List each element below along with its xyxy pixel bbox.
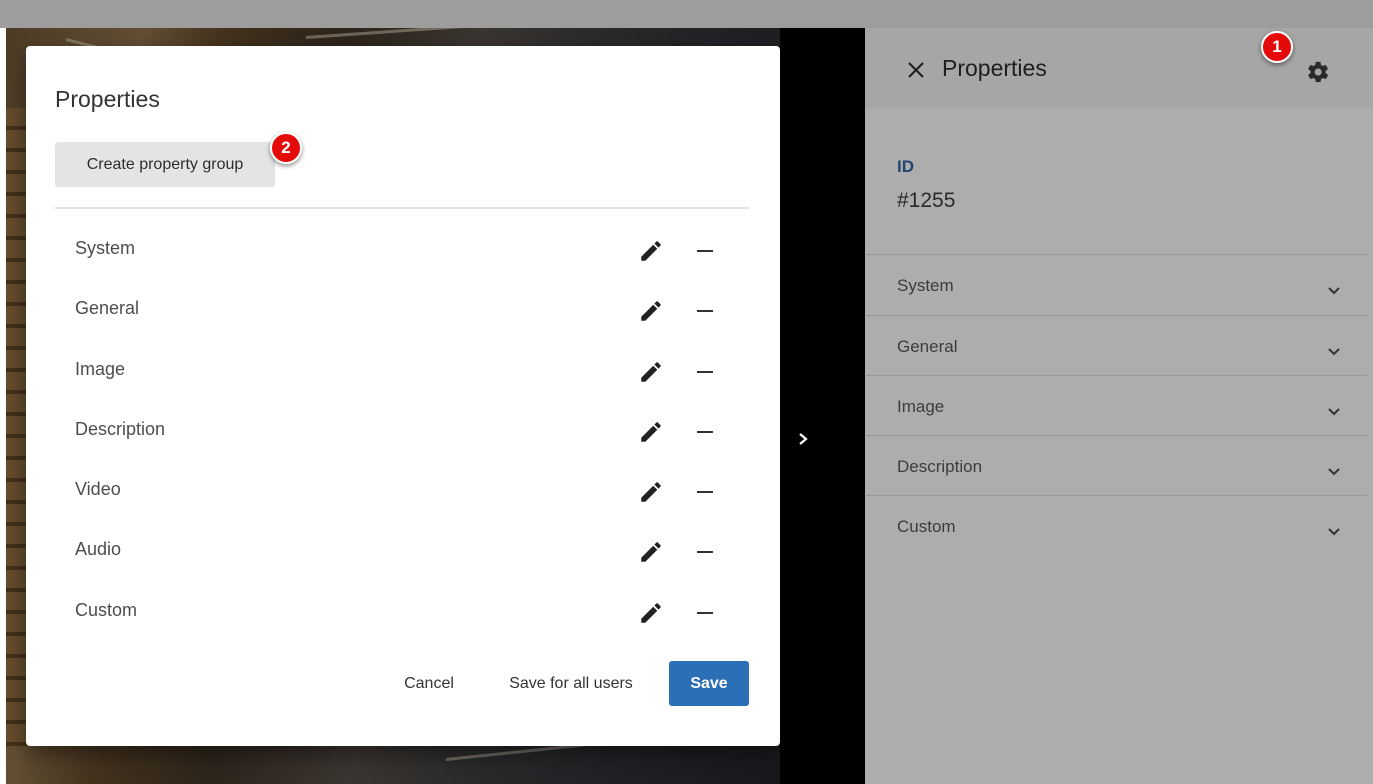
section-general[interactable]: General: [865, 315, 1367, 376]
step-marker-1: 1: [1261, 31, 1293, 63]
cancel-button[interactable]: Cancel: [389, 661, 469, 706]
viewer-edge-strip: [780, 28, 865, 784]
property-group-row: Audio: [55, 521, 749, 581]
pencil-icon[interactable]: [638, 600, 664, 626]
dialog-divider: [55, 207, 749, 209]
section-label: Image: [897, 397, 945, 416]
properties-panel: Properties ID #1255 System General Image…: [865, 28, 1373, 784]
save-for-all-users-button[interactable]: Save for all users: [496, 661, 646, 706]
section-label: System: [897, 276, 954, 295]
property-group-name: System: [75, 238, 136, 258]
section-image[interactable]: Image: [865, 375, 1367, 436]
minus-icon[interactable]: [694, 238, 716, 264]
chevron-down-icon[interactable]: [1325, 342, 1343, 360]
pencil-icon[interactable]: [638, 419, 664, 445]
properties-dialog: Properties Create property group System …: [26, 46, 780, 746]
chevron-right-icon[interactable]: [792, 428, 814, 450]
gear-icon[interactable]: [1303, 58, 1331, 86]
chevron-down-icon[interactable]: [1325, 462, 1343, 480]
section-label: General: [897, 337, 958, 356]
property-group-row: Description: [55, 401, 749, 461]
property-group-name: Audio: [75, 539, 122, 559]
section-description[interactable]: Description: [865, 435, 1367, 496]
pencil-icon[interactable]: [638, 298, 664, 324]
pencil-icon[interactable]: [638, 539, 664, 565]
minus-icon[interactable]: [694, 419, 716, 445]
panel-title: Properties: [942, 55, 1047, 81]
id-label: ID: [897, 157, 914, 176]
id-value: #1255: [897, 189, 956, 212]
pencil-icon[interactable]: [638, 238, 664, 264]
section-system[interactable]: System: [865, 254, 1367, 315]
property-group-row: General: [55, 280, 749, 340]
close-icon[interactable]: [905, 59, 927, 81]
section-label: Custom: [897, 517, 956, 536]
minus-icon[interactable]: [694, 600, 716, 626]
step-marker-2: 2: [270, 132, 302, 164]
property-group-name: Video: [75, 479, 121, 499]
property-group-row: Image: [55, 341, 749, 401]
minus-icon[interactable]: [694, 539, 716, 565]
panel-header: Properties: [865, 28, 1373, 108]
property-group-name: Image: [75, 359, 126, 379]
top-strip: [0, 0, 1373, 28]
minus-icon[interactable]: [694, 359, 716, 385]
property-group-row: Custom: [55, 582, 749, 642]
property-group-name: Custom: [75, 600, 138, 620]
property-group-row: Video: [55, 461, 749, 521]
property-group-name: Description: [75, 419, 166, 439]
dialog-title: Properties: [55, 86, 160, 112]
section-label: Description: [897, 457, 983, 476]
pencil-icon[interactable]: [638, 479, 664, 505]
property-group-name: General: [75, 298, 140, 318]
chevron-down-icon[interactable]: [1325, 522, 1343, 540]
create-property-group-button[interactable]: Create property group: [55, 142, 275, 187]
minus-icon[interactable]: [694, 298, 716, 324]
section-custom[interactable]: Custom: [865, 495, 1367, 556]
save-button[interactable]: Save: [669, 661, 749, 706]
property-group-row: System: [55, 220, 749, 280]
pencil-icon[interactable]: [638, 359, 664, 385]
chevron-down-icon[interactable]: [1325, 281, 1343, 299]
chevron-down-icon[interactable]: [1325, 402, 1343, 420]
minus-icon[interactable]: [694, 479, 716, 505]
